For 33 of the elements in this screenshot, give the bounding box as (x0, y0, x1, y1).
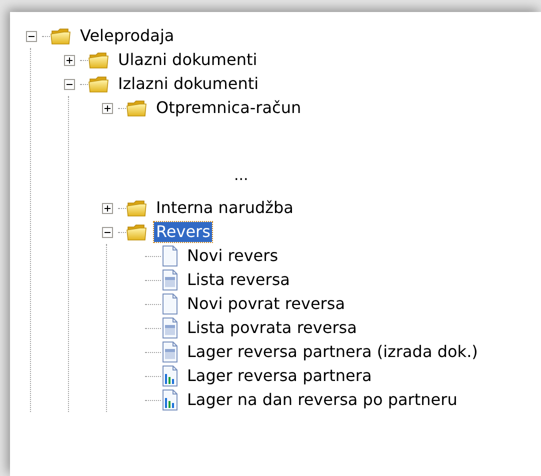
folder-icon (50, 26, 72, 46)
list-document-icon (161, 341, 179, 363)
collapse-toggle[interactable] (26, 30, 36, 42)
collapse-toggle[interactable] (64, 78, 74, 90)
tree-item[interactable]: Lager na dan reversa po partneru (185, 390, 460, 410)
ellipsis-text: ... (234, 166, 248, 184)
expand-toggle[interactable] (102, 102, 112, 114)
list-document-icon (161, 317, 179, 339)
bar-chart-document-icon (161, 389, 179, 411)
tree-item[interactable]: Novi povrat reversa (185, 294, 348, 314)
bar-chart-document-icon (161, 365, 179, 387)
folder-icon (126, 198, 148, 218)
folder-icon (126, 98, 148, 118)
tree-item[interactable]: Interna narudžba (154, 198, 296, 218)
tree-item[interactable]: Izlazni dokumenti (116, 74, 261, 94)
tree-item[interactable]: Ulazni dokumenti (116, 50, 260, 70)
document-icon (161, 293, 179, 315)
expand-toggle[interactable] (102, 202, 112, 214)
folder-icon (126, 222, 148, 242)
tree-item[interactable]: Otpremnica-račun (154, 98, 304, 118)
tree-item[interactable]: Revers (154, 222, 212, 242)
folder-icon (88, 74, 110, 94)
tree-item[interactable]: Lista reversa (185, 270, 292, 290)
collapse-toggle[interactable] (102, 226, 112, 238)
tree-item[interactable]: Novi revers (185, 246, 280, 266)
tree-item[interactable]: Lager reversa partnera (izrada dok.) (185, 342, 480, 362)
expand-toggle[interactable] (64, 54, 74, 66)
folder-icon (88, 50, 110, 70)
document-icon (161, 245, 179, 267)
tree-item[interactable]: Veleprodaja (78, 26, 176, 46)
list-document-icon (161, 269, 179, 291)
tree-item[interactable]: Lista povrata reversa (185, 318, 359, 338)
tree-item[interactable]: Lager reversa partnera (185, 366, 374, 386)
